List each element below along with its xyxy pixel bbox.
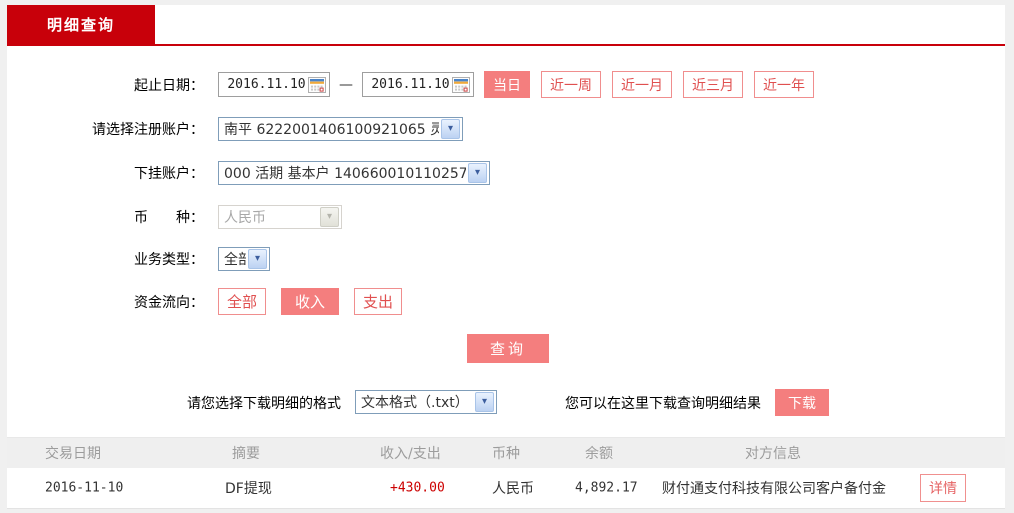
- cell-summary: DF提现: [225, 481, 272, 497]
- download-format-value: 文本格式（.txt）: [361, 395, 469, 411]
- cell-amount: +430.00: [390, 480, 445, 496]
- sub-account-select[interactable]: 000 活期 基本户 1406600101102571848 ▾: [218, 160, 490, 185]
- cell-currency: 人民币: [492, 481, 534, 497]
- table-header-currency: 币种: [492, 446, 520, 462]
- table-header-counterparty: 对方信息: [745, 446, 801, 462]
- quick-range-month-button[interactable]: 近一月: [612, 71, 672, 98]
- query-button[interactable]: 查询: [467, 334, 549, 363]
- end-date-input[interactable]: 2016.11.10: [362, 72, 474, 97]
- sub-account-row: 下挂账户： 000 活期 基本户 1406600101102571848 ▾: [7, 159, 1005, 186]
- end-date-value: 2016.11.10: [371, 77, 450, 92]
- sub-account-label: 下挂账户：: [134, 165, 204, 182]
- currency-row: 币 种： 人民币 ▾: [7, 203, 1005, 230]
- quick-range-year-button[interactable]: 近一年: [754, 71, 814, 98]
- tab-detail-query[interactable]: 明细查询: [7, 5, 155, 44]
- table-header-summary: 摘要: [232, 446, 260, 462]
- tab-divider: [7, 44, 1005, 46]
- chevron-down-icon: ▾: [248, 248, 267, 269]
- content-panel: 明细查询 起止日期： 2016.11.10 — 2016.11.10 当日 近一…: [7, 5, 1005, 509]
- table-row: 2016-11-10 DF提现 +430.00 人民币 4,892.17 财付通…: [7, 468, 1005, 509]
- register-account-select[interactable]: 南平 6222001406100921065 灵通卡 ▾: [218, 116, 463, 141]
- table-header: 交易日期 摘要 收入/支出 币种 余额 对方信息: [7, 437, 1005, 468]
- date-separator: —: [339, 76, 353, 93]
- quick-range-today-button[interactable]: 当日: [484, 71, 530, 98]
- fund-flow-row: 资金流向： 全部 收入 支出: [7, 288, 1005, 315]
- download-hint-label: 您可以在这里下载查询明细结果: [565, 395, 761, 412]
- start-date-input[interactable]: 2016.11.10: [218, 72, 330, 97]
- detail-button[interactable]: 详情: [920, 474, 966, 502]
- business-type-select[interactable]: 全部 ▾: [218, 246, 270, 271]
- chevron-down-icon: ▾: [441, 118, 460, 139]
- sub-account-value: 000 活期 基本户 1406600101102571848: [224, 165, 466, 182]
- download-button[interactable]: 下载: [775, 389, 829, 416]
- calendar-icon[interactable]: [308, 76, 326, 93]
- business-type-value: 全部: [224, 251, 246, 268]
- register-account-label: 请选择注册账户：: [92, 121, 204, 138]
- business-type-label: 业务类型：: [134, 251, 204, 268]
- currency-select: 人民币 ▾: [218, 204, 342, 229]
- fund-flow-label: 资金流向：: [134, 294, 204, 311]
- register-account-row: 请选择注册账户： 南平 6222001406100921065 灵通卡 ▾: [7, 115, 1005, 142]
- cell-transaction-date: 2016-11-10: [45, 480, 124, 496]
- detail-query-page: 明细查询 起止日期： 2016.11.10 — 2016.11.10 当日 近一…: [0, 0, 1014, 513]
- start-date-value: 2016.11.10: [227, 77, 306, 92]
- fund-flow-expense-button[interactable]: 支出: [354, 288, 403, 315]
- chevron-down-icon: ▾: [475, 392, 494, 412]
- date-range-row: 起止日期： 2016.11.10 — 2016.11.10 当日 近一周 近一月…: [7, 71, 1005, 98]
- download-format-select[interactable]: 文本格式（.txt） ▾: [355, 390, 497, 414]
- register-account-value: 南平 6222001406100921065 灵通卡: [224, 121, 439, 138]
- chevron-down-icon: ▾: [320, 206, 339, 227]
- fund-flow-income-button[interactable]: 收入: [281, 288, 340, 315]
- currency-value: 人民币: [224, 209, 266, 226]
- chevron-down-icon: ▾: [468, 162, 487, 183]
- table-header-amount: 收入/支出: [380, 446, 441, 462]
- table-header-date: 交易日期: [45, 446, 101, 462]
- download-row: 请您选择下载明细的格式 文本格式（.txt） ▾ 您可以在这里下载查询明细结果 …: [7, 389, 1005, 416]
- quick-range-quarter-button[interactable]: 近三月: [683, 71, 743, 98]
- fund-flow-all-button[interactable]: 全部: [218, 288, 267, 315]
- download-format-label: 请您选择下载明细的格式: [187, 395, 341, 412]
- cell-balance: 4,892.17: [575, 480, 638, 496]
- cell-counterparty: 财付通支付科技有限公司客户备付金: [662, 481, 886, 497]
- currency-label: 币 种：: [134, 209, 204, 226]
- calendar-icon[interactable]: [452, 76, 470, 93]
- quick-range-week-button[interactable]: 近一周: [541, 71, 601, 98]
- table-header-balance: 余额: [585, 446, 613, 462]
- date-range-label: 起止日期：: [134, 77, 204, 94]
- business-type-row: 业务类型： 全部 ▾: [7, 245, 1005, 272]
